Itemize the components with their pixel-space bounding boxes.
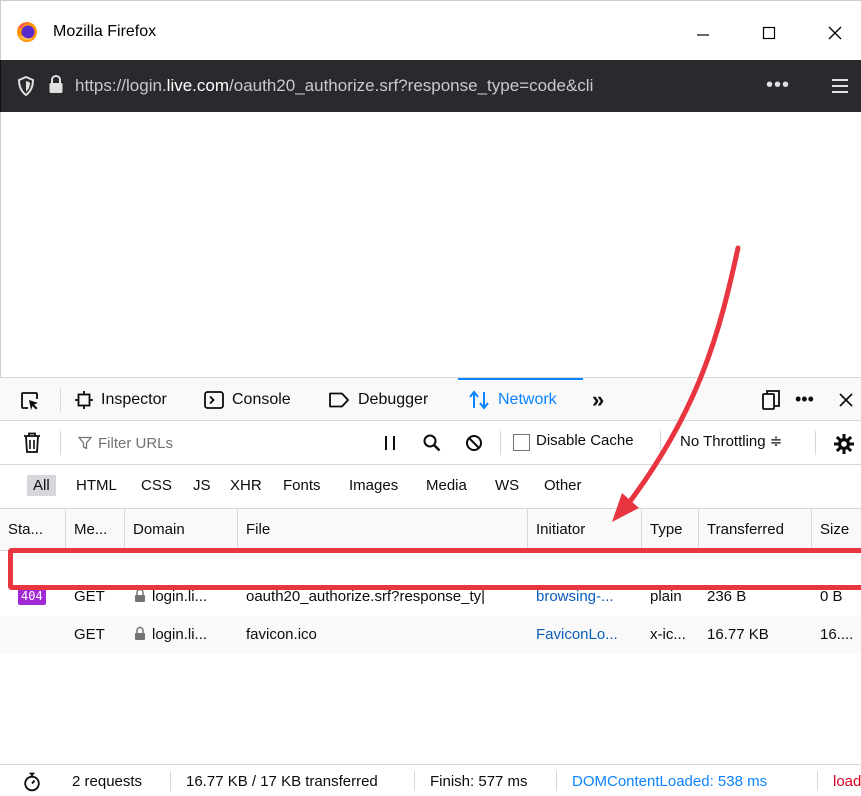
minimize-button[interactable] bbox=[673, 15, 733, 51]
disable-cache-checkbox[interactable] bbox=[513, 434, 530, 451]
search-icon[interactable] bbox=[422, 433, 442, 453]
minimize-icon bbox=[697, 34, 709, 36]
tracking-protection-shield-icon[interactable] bbox=[17, 76, 35, 96]
status-cell bbox=[0, 616, 66, 654]
type-filter-all[interactable]: All bbox=[27, 475, 56, 496]
lock-icon bbox=[135, 588, 145, 602]
type-filter-images[interactable]: Images bbox=[349, 477, 398, 494]
tab-debugger[interactable]: Debugger bbox=[328, 378, 453, 421]
request-type-filters: All HTML CSS JS XHR Fonts Images Media W… bbox=[0, 465, 861, 509]
transferred-cell: 16.77 KB bbox=[707, 626, 769, 643]
lock-icon[interactable] bbox=[47, 74, 65, 96]
tab-network[interactable]: Network bbox=[458, 378, 583, 421]
url-host: live.com bbox=[166, 76, 230, 95]
column-domain[interactable]: Domain bbox=[125, 509, 238, 551]
window-title: Mozilla Firefox bbox=[53, 23, 157, 40]
initiator-cell[interactable]: FaviconLo... bbox=[528, 616, 642, 654]
close-devtools-icon[interactable] bbox=[838, 392, 854, 408]
type-filter-ws[interactable]: WS bbox=[495, 477, 519, 494]
column-status[interactable]: Sta... bbox=[0, 509, 66, 551]
close-icon bbox=[828, 26, 842, 40]
status-badge: 404 bbox=[18, 588, 46, 605]
load-time: load bbox=[833, 773, 861, 790]
devtools-more-menu[interactable]: ••• bbox=[795, 378, 825, 421]
status-separator bbox=[556, 771, 557, 791]
method-cell: GET bbox=[74, 626, 105, 643]
filter-urls-input[interactable]: Filter URLs bbox=[78, 431, 358, 455]
type-filter-xhr[interactable]: XHR bbox=[230, 477, 262, 494]
column-file[interactable]: File bbox=[238, 509, 528, 551]
filter-separator bbox=[660, 431, 661, 455]
type-filter-media[interactable]: Media bbox=[426, 477, 467, 494]
status-separator bbox=[170, 771, 171, 791]
filter-separator bbox=[60, 431, 61, 455]
disable-cache-label[interactable]: Disable Cache bbox=[536, 432, 634, 449]
filter-separator bbox=[500, 431, 501, 455]
requests-count: 2 requests bbox=[72, 773, 143, 790]
transferred-summary: 16.77 KB / 17 KB transferred bbox=[186, 773, 378, 790]
filter-urls-placeholder: Filter URLs bbox=[98, 434, 174, 452]
more-tabs-button[interactable]: » bbox=[592, 378, 622, 421]
console-icon bbox=[204, 390, 224, 409]
type-filter-other[interactable]: Other bbox=[544, 477, 582, 494]
type-cell: x-ic... bbox=[650, 626, 686, 643]
stopwatch-icon[interactable] bbox=[23, 772, 41, 792]
status-separator bbox=[817, 771, 818, 791]
lock-icon bbox=[135, 626, 145, 640]
throttling-select[interactable]: No Throttling ≑ bbox=[680, 432, 782, 450]
domain-cell: login.li... bbox=[125, 616, 238, 654]
url-text[interactable]: https://login.live.com/oauth20_authorize… bbox=[75, 60, 765, 112]
column-method[interactable]: Me... bbox=[66, 509, 125, 551]
column-initiator[interactable]: Initiator bbox=[528, 509, 642, 551]
maximize-icon bbox=[762, 26, 776, 40]
page-content bbox=[0, 112, 861, 377]
maximize-button[interactable] bbox=[739, 15, 799, 51]
size-cell: 16.... bbox=[820, 626, 854, 643]
firefox-logo-icon bbox=[17, 22, 37, 42]
inspector-icon bbox=[75, 390, 93, 409]
domain-text: login.li... bbox=[152, 626, 208, 643]
network-filter-bar: Filter URLs Disable Cache No Throttling … bbox=[0, 421, 861, 465]
page-actions-more-button[interactable]: ••• bbox=[766, 74, 790, 97]
toolbar-separator bbox=[60, 388, 61, 412]
tab-inspector[interactable]: Inspector bbox=[75, 378, 190, 421]
hamburger-menu-icon[interactable] bbox=[831, 78, 849, 94]
devtools-toolbar: Inspector Console Debugger Network » ••• bbox=[0, 377, 861, 421]
status-separator bbox=[414, 771, 415, 791]
column-size[interactable]: Size bbox=[812, 509, 861, 551]
url-bar[interactable]: https://login.live.com/oauth20_authorize… bbox=[0, 60, 861, 112]
column-type[interactable]: Type bbox=[642, 509, 699, 551]
funnel-icon bbox=[78, 436, 92, 450]
network-icon bbox=[469, 389, 489, 410]
pick-element-icon[interactable] bbox=[20, 391, 40, 411]
requests-table-header: Sta... Me... Domain File Initiator Type … bbox=[0, 509, 861, 551]
table-row[interactable]: GET login.li... favicon.ico FaviconLo...… bbox=[0, 616, 861, 654]
annotation-highlight-box bbox=[8, 548, 861, 590]
window-titlebar: Mozilla Firefox bbox=[0, 0, 861, 60]
column-transferred[interactable]: Transferred bbox=[699, 509, 812, 551]
domain-text: login.li... bbox=[152, 588, 208, 605]
tab-debugger-label: Debugger bbox=[358, 390, 429, 408]
close-window-button[interactable] bbox=[805, 15, 861, 51]
tab-inspector-label: Inspector bbox=[101, 390, 167, 408]
type-filter-css[interactable]: CSS bbox=[141, 477, 172, 494]
tab-console[interactable]: Console bbox=[204, 378, 319, 421]
debugger-icon bbox=[329, 392, 349, 407]
dock-options-icon[interactable] bbox=[761, 389, 781, 411]
type-filter-html[interactable]: HTML bbox=[76, 477, 117, 494]
finish-time: Finish: 577 ms bbox=[430, 773, 528, 790]
file-cell: favicon.ico bbox=[246, 626, 317, 643]
block-icon[interactable] bbox=[465, 434, 483, 452]
type-filter-js[interactable]: JS bbox=[193, 477, 211, 494]
tab-console-label: Console bbox=[232, 390, 291, 408]
gear-icon[interactable] bbox=[833, 433, 855, 455]
pause-icon[interactable] bbox=[384, 435, 396, 451]
trash-icon[interactable] bbox=[23, 432, 41, 454]
tab-network-label: Network bbox=[498, 390, 557, 408]
filter-separator bbox=[815, 431, 816, 455]
network-status-bar: 2 requests 16.77 KB / 17 KB transferred … bbox=[0, 764, 861, 796]
type-filter-fonts[interactable]: Fonts bbox=[283, 477, 321, 494]
domcontentloaded-time: DOMContentLoaded: 538 ms bbox=[572, 773, 768, 790]
